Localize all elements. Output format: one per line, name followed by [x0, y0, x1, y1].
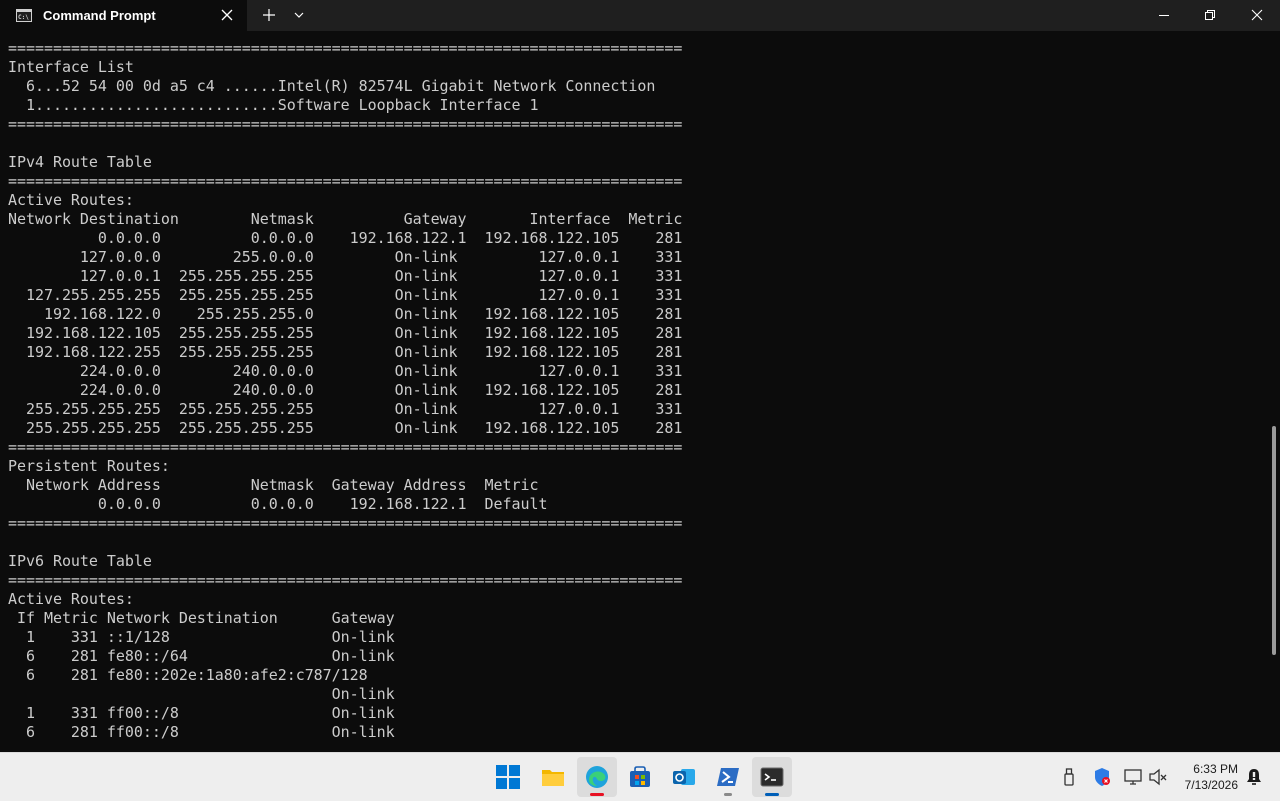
chevron-down-icon[interactable]	[290, 5, 308, 25]
terminal-line: 6 281 fe80::202e:1a80:afe2:c787/128	[8, 666, 368, 684]
taskbar-file-explorer[interactable]	[533, 757, 573, 797]
outlook-icon	[673, 769, 695, 785]
terminal-line: ========================================…	[8, 39, 683, 57]
volume-muted-icon[interactable]	[1148, 767, 1168, 787]
terminal-line: 224.0.0.0 240.0.0.0 On-link 127.0.0.1 33…	[8, 362, 683, 380]
close-button[interactable]	[1234, 0, 1280, 31]
microsoft-store-icon	[630, 766, 650, 787]
powershell-icon	[717, 768, 739, 786]
title-bar: C:\ Command Prompt	[0, 0, 1280, 31]
terminal-line: Persistent Routes:	[8, 457, 170, 475]
svg-text:C:\: C:\	[18, 14, 29, 21]
terminal-line: 1 331 ff00::/8 On-link	[8, 704, 395, 722]
terminal-icon	[760, 767, 784, 787]
terminal-line: ========================================…	[8, 172, 683, 190]
scrollbar[interactable]	[1272, 426, 1276, 655]
terminal-output[interactable]: ========================================…	[8, 39, 1258, 751]
close-icon	[1251, 9, 1263, 21]
start-icon	[496, 765, 520, 789]
terminal-line: 6 281 ff00::/8 On-link	[8, 723, 395, 741]
terminal-line: ========================================…	[8, 514, 683, 532]
terminal-line: 127.0.0.1 255.255.255.255 On-link 127.0.…	[8, 267, 683, 285]
notification-icon[interactable]	[1244, 767, 1264, 787]
terminal-line: IPv4 Route Table	[8, 153, 152, 171]
taskbar-outlook[interactable]	[664, 757, 704, 797]
restore-icon	[1205, 10, 1215, 20]
start-button[interactable]	[488, 757, 528, 797]
terminal-line: Interface List	[8, 58, 134, 76]
maximize-button[interactable]	[1187, 0, 1233, 31]
clock-date: 7/13/2026	[1184, 778, 1238, 792]
edge-icon	[586, 766, 608, 788]
running-indicator	[724, 793, 732, 796]
terminal-line: 6 281 fe80::/64 On-link	[8, 647, 395, 665]
clock-time: 6:33 PM	[1193, 762, 1238, 776]
terminal-line: Network Address Netmask Gateway Address …	[8, 476, 539, 494]
new-tab-icon[interactable]	[259, 5, 279, 25]
terminal-line: 255.255.255.255 255.255.255.255 On-link …	[8, 419, 683, 437]
terminal-line: IPv6 Route Table	[8, 552, 152, 570]
security-icon[interactable]	[1092, 767, 1112, 787]
taskbar-microsoft-store[interactable]	[620, 757, 660, 797]
system-clock[interactable]: 6:33 PM 7/13/2026	[1176, 761, 1238, 793]
terminal-line: Network Destination Netmask Gateway Inte…	[8, 210, 683, 228]
active-indicator	[765, 793, 779, 796]
terminal-line: 1...........................Software Loo…	[8, 96, 539, 114]
taskbar-edge[interactable]	[577, 757, 617, 797]
terminal-line: 192.168.122.0 255.255.255.0 On-link 192.…	[8, 305, 683, 323]
close-tab-icon[interactable]	[218, 6, 236, 24]
network-icon[interactable]	[1123, 767, 1143, 787]
terminal-line: 224.0.0.0 240.0.0.0 On-link 192.168.122.…	[8, 381, 683, 399]
terminal-line: 127.0.0.0 255.0.0.0 On-link 127.0.0.1 33…	[8, 248, 683, 266]
terminal-line: 6...52 54 00 0d a5 c4 ......Intel(R) 825…	[8, 77, 656, 95]
running-indicator	[590, 793, 604, 796]
minimize-button[interactable]	[1141, 0, 1187, 31]
terminal-line: 192.168.122.255 255.255.255.255 On-link …	[8, 343, 683, 361]
terminal-line: 1 331 ::1/128 On-link	[8, 628, 395, 646]
tab-command-prompt[interactable]: C:\ Command Prompt	[0, 0, 247, 31]
tab-title: Command Prompt	[43, 8, 156, 23]
terminal-line: ========================================…	[8, 115, 683, 133]
terminal-line: 127.255.255.255 255.255.255.255 On-link …	[8, 286, 683, 304]
taskbar-powershell[interactable]	[708, 757, 748, 797]
terminal-line: ========================================…	[8, 571, 683, 589]
terminal-line: 192.168.122.105 255.255.255.255 On-link …	[8, 324, 683, 342]
terminal-line: ========================================…	[8, 438, 683, 456]
terminal-line: If Metric Network Destination Gateway	[8, 609, 395, 627]
terminal-line: Active Routes:	[8, 191, 134, 209]
cmd-icon: C:\	[16, 9, 32, 22]
minimize-icon	[1159, 15, 1169, 16]
terminal-line: 255.255.255.255 255.255.255.255 On-link …	[8, 400, 683, 418]
terminal-line: On-link	[8, 685, 395, 703]
usb-icon[interactable]	[1059, 767, 1079, 787]
taskbar-terminal[interactable]	[752, 757, 792, 797]
taskbar	[0, 752, 1280, 801]
terminal-line: 0.0.0.0 0.0.0.0 192.168.122.1 192.168.12…	[8, 229, 683, 247]
terminal-line: Active Routes:	[8, 590, 134, 608]
file-explorer-icon	[542, 770, 564, 786]
terminal-line: 0.0.0.0 0.0.0.0 192.168.122.1 Default	[8, 495, 548, 513]
